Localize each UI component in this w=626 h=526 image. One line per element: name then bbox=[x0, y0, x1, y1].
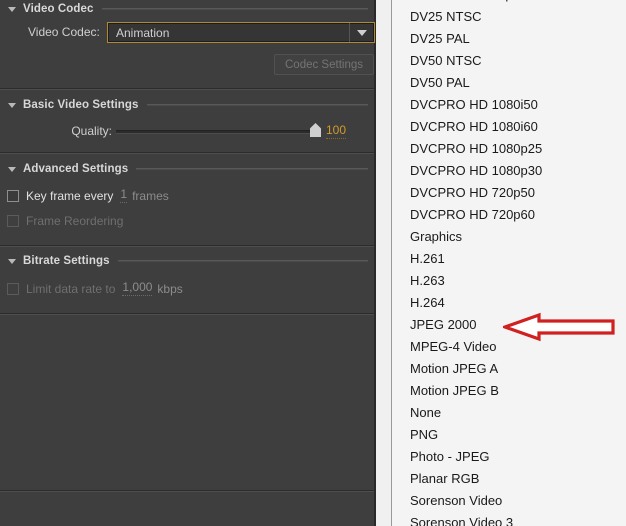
section-header-bitrate[interactable]: Bitrate Settings bbox=[0, 252, 376, 270]
key-frame-row: Key frame every 1 frames bbox=[7, 188, 169, 203]
section-rule bbox=[146, 104, 368, 106]
dropdown-option[interactable]: DV25 NTSC bbox=[392, 6, 626, 28]
limit-data-rate-checkbox[interactable] bbox=[7, 282, 19, 295]
dropdown-option[interactable]: DVCPRO HD 1080i60 bbox=[392, 116, 626, 138]
screenshot-root: Video Codec Video Codec: Animation Codec… bbox=[0, 0, 626, 526]
section-header-video-codec[interactable]: Video Codec bbox=[0, 0, 376, 18]
limit-data-rate-row: Limit data rate to 1,000 kbps bbox=[7, 281, 183, 296]
section-title-bitrate: Bitrate Settings bbox=[23, 255, 110, 267]
limit-data-rate-unit-label: kbps bbox=[157, 281, 183, 296]
dropdown-option[interactable]: Photo - JPEG bbox=[392, 446, 626, 468]
section-divider bbox=[0, 245, 374, 247]
section-divider bbox=[0, 152, 374, 154]
frame-reordering-checkbox[interactable] bbox=[7, 215, 19, 227]
dropdown-option[interactable]: DVCPRO HD 720p60 bbox=[392, 204, 626, 226]
section-title-basic-video: Basic Video Settings bbox=[23, 99, 139, 111]
key-frame-label: Key frame every bbox=[26, 188, 114, 203]
section-rule bbox=[136, 168, 368, 170]
quality-slider-track[interactable] bbox=[116, 130, 316, 134]
video-codec-dropdown-list[interactable]: DV/DVCPRO 50pDV25 NTSCDV25 PALDV50 NTSCD… bbox=[391, 0, 626, 526]
chevron-down-icon bbox=[8, 166, 16, 172]
dropdown-option[interactable]: H.261 bbox=[392, 248, 626, 270]
dropdown-option[interactable]: DV50 NTSC bbox=[392, 50, 626, 72]
dropdown-option[interactable]: DVCPRO HD 720p50 bbox=[392, 182, 626, 204]
section-title-advanced: Advanced Settings bbox=[23, 163, 129, 175]
dropdown-option[interactable]: None bbox=[392, 402, 626, 424]
dropdown-option[interactable]: DV25 PAL bbox=[392, 28, 626, 50]
section-header-basic-video[interactable]: Basic Video Settings bbox=[0, 96, 376, 114]
dropdown-option[interactable]: Sorenson Video bbox=[392, 490, 626, 512]
limit-data-rate-label: Limit data rate to bbox=[26, 281, 116, 296]
chevron-down-icon bbox=[8, 6, 16, 12]
settings-panel-inner: Video Codec Video Codec: Animation Codec… bbox=[0, 0, 376, 526]
quality-label: Quality: bbox=[71, 124, 112, 138]
video-codec-label-row: Video Codec: bbox=[28, 25, 100, 39]
section-rule bbox=[101, 8, 368, 10]
chevron-down-icon bbox=[8, 258, 16, 264]
chevron-down-icon bbox=[357, 29, 367, 36]
section-divider bbox=[0, 88, 374, 90]
video-codec-selected-value: Animation bbox=[116, 25, 170, 40]
key-frame-unit-label: frames bbox=[132, 188, 169, 203]
dropdown-option[interactable]: Motion JPEG B bbox=[392, 380, 626, 402]
quality-slider-thumb[interactable] bbox=[310, 123, 321, 137]
section-header-advanced[interactable]: Advanced Settings bbox=[0, 160, 376, 178]
dropdown-option[interactable]: Motion JPEG A bbox=[392, 358, 626, 380]
chevron-down-icon bbox=[8, 102, 16, 108]
dropdown-option[interactable]: H.264 bbox=[392, 292, 626, 314]
key-frame-value-input[interactable]: 1 bbox=[120, 188, 128, 203]
dropdown-option[interactable]: JPEG 2000 bbox=[392, 314, 626, 336]
panel-divider bbox=[0, 490, 374, 492]
frame-reordering-row: Frame Reordering bbox=[7, 214, 123, 228]
video-codec-dropdown-toggle[interactable] bbox=[349, 23, 374, 42]
quality-value[interactable]: 100 bbox=[326, 124, 347, 139]
video-codec-select[interactable]: Animation bbox=[107, 22, 375, 43]
dropdown-option[interactable]: DVCPRO HD 1080p30 bbox=[392, 160, 626, 182]
dropdown-option[interactable]: PNG bbox=[392, 424, 626, 446]
codec-settings-button[interactable]: Codec Settings bbox=[274, 54, 374, 75]
dropdown-option[interactable]: MPEG-4 Video bbox=[392, 336, 626, 358]
video-codec-label: Video Codec: bbox=[28, 25, 100, 39]
key-frame-checkbox[interactable] bbox=[7, 189, 19, 202]
section-title-video-codec: Video Codec bbox=[23, 3, 94, 15]
panel-divider bbox=[0, 313, 374, 315]
section-rule bbox=[117, 260, 368, 262]
dropdown-option-container: DV/DVCPRO 50pDV25 NTSCDV25 PALDV50 NTSCD… bbox=[392, 0, 626, 526]
dropdown-option[interactable]: DVCPRO HD 1080i50 bbox=[392, 94, 626, 116]
dropdown-option[interactable]: Graphics bbox=[392, 226, 626, 248]
limit-data-rate-value-input[interactable]: 1,000 bbox=[122, 281, 153, 296]
dropdown-option[interactable]: DV50 PAL bbox=[392, 72, 626, 94]
dropdown-option[interactable]: H.263 bbox=[392, 270, 626, 292]
dropdown-option[interactable]: Planar RGB bbox=[392, 468, 626, 490]
export-settings-panel: Video Codec Video Codec: Animation Codec… bbox=[0, 0, 376, 526]
dropdown-option[interactable]: Sorenson Video 3 bbox=[392, 512, 626, 526]
frame-reordering-label: Frame Reordering bbox=[26, 214, 124, 228]
dropdown-option[interactable]: DVCPRO HD 1080p25 bbox=[392, 138, 626, 160]
